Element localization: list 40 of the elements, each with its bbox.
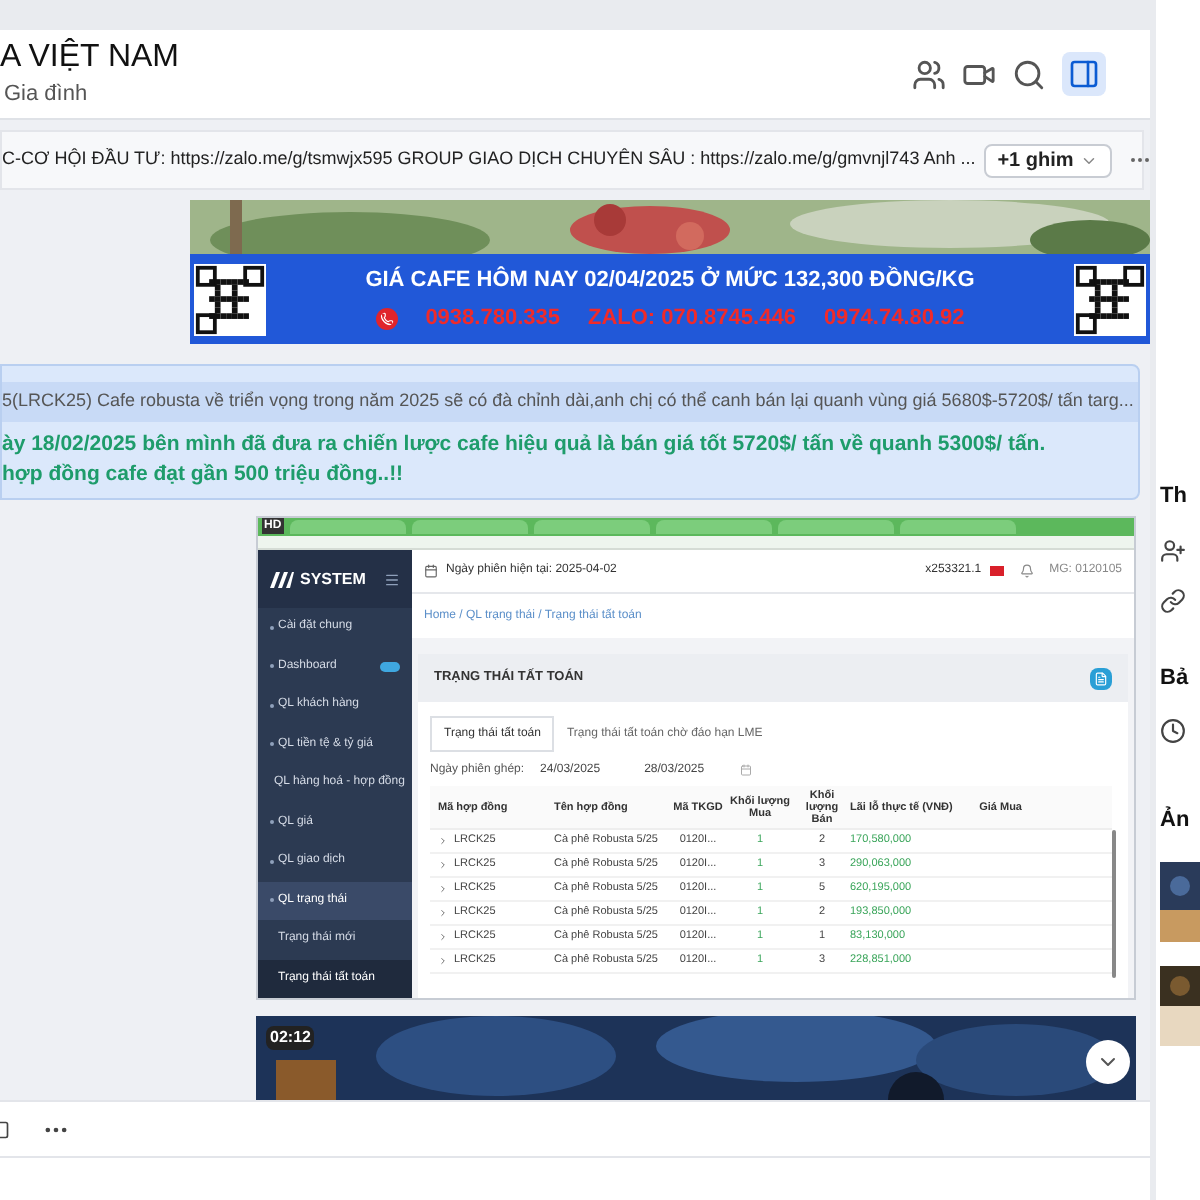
people-icon[interactable] — [1160, 537, 1186, 563]
link-icon[interactable] — [1160, 587, 1186, 613]
qr-code-icon — [1074, 263, 1146, 335]
phone-icon — [375, 307, 398, 330]
message-line: ày 18/02/2025 bên mình đã đưa ra chiến lược cafe hiệu quả là bán giá tốt 5720$/ tấn về quanh 5300$/ tấn. — [2, 430, 1048, 460]
panel-toggle-button[interactable] — [1062, 52, 1106, 96]
flag-icon — [989, 566, 1004, 576]
calendar-icon[interactable] — [740, 764, 753, 776]
expand-icon[interactable] — [438, 836, 448, 846]
screenshot-image[interactable] — [256, 516, 1136, 1000]
message-line: hợp đồng cafe đạt gần 500 triệu đồng..!! — [2, 460, 406, 490]
quoted-message[interactable]: 5(LRCK25) Cafe robusta về triển vọng trong năm 2025 sẽ có đà chỉnh dài,anh chị có thể canh bán lại quanh vùng giá 5680$-5720$/ tấn targ... — [2, 382, 1138, 422]
expand-icon[interactable] — [438, 908, 448, 918]
expand-icon[interactable] — [438, 884, 448, 894]
phone-number: 0938.780.335 — [425, 304, 560, 334]
pinned-count-button[interactable]: +1 ghim — [983, 143, 1112, 177]
group-icon[interactable] — [912, 57, 946, 91]
video-duration: 02:12 — [266, 1026, 315, 1050]
clock-icon[interactable] — [1160, 718, 1186, 744]
expand-icon[interactable] — [438, 956, 448, 966]
section-heading: Ản — [1160, 804, 1190, 836]
menu-icon[interactable] — [384, 571, 400, 587]
phone-number: ZALO: 070.8745.446 — [587, 304, 796, 334]
expand-icon[interactable] — [438, 932, 448, 942]
section-heading: Th — [1160, 482, 1187, 512]
pinned-message[interactable]: C-CƠ HỘI ĐẦU TƯ: https://zalo.me/g/tsmwjx595 GROUP GIAO DỊCH CHUYÊN SÂU : https://zalo.me/g/gmvnjl743 Anh ... — [2, 146, 976, 174]
section-heading: Bả — [1160, 663, 1189, 693]
chat-title: A VIỆT NAM — [0, 37, 180, 78]
export-button[interactable] — [1090, 667, 1112, 689]
phone-number: 0974.74.80.92 — [823, 304, 965, 334]
app-logo: SYSTEM — [300, 567, 366, 591]
scrollbar[interactable] — [1112, 830, 1116, 978]
qr-code-icon — [194, 263, 266, 335]
bell-icon[interactable] — [1019, 564, 1034, 578]
logo-icon — [270, 571, 294, 587]
chat-subtitle: Gia đình — [4, 79, 90, 110]
expand-icon[interactable] — [438, 860, 448, 870]
search-icon[interactable] — [1012, 57, 1046, 91]
banner-headline: GIÁ CAFE HÔM NAY 02/04/2025 Ở MỨC 132,300 ĐỒNG/KG — [365, 264, 975, 295]
calendar-icon — [424, 564, 438, 578]
